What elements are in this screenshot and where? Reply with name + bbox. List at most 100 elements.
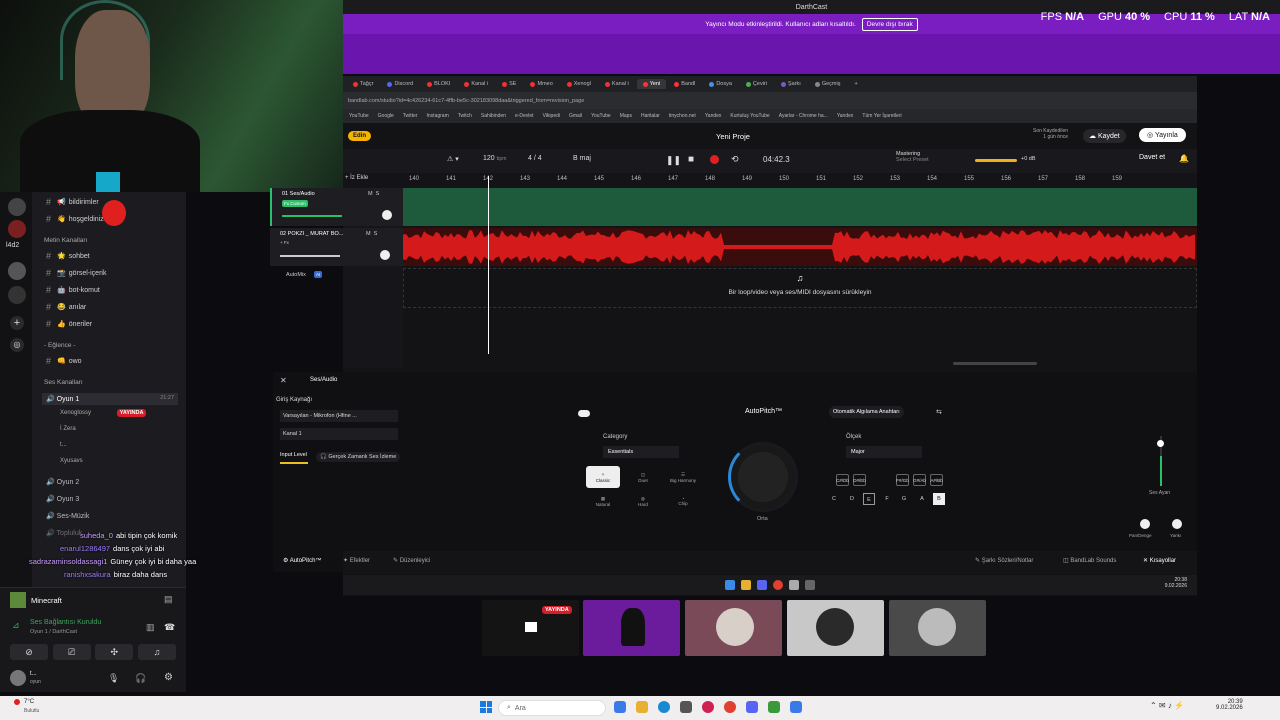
server-icon[interactable] bbox=[8, 262, 26, 280]
track-name[interactable]: 02 POKZI _ MURAT BO... bbox=[280, 231, 343, 237]
chrome-icon[interactable] bbox=[724, 701, 736, 713]
folder-icon[interactable] bbox=[741, 580, 751, 590]
server-icon[interactable] bbox=[8, 198, 26, 216]
voice-oyun1[interactable]: 🔊 Oyun 1 21:27 bbox=[42, 393, 178, 405]
time-signature[interactable]: 4 / 4 bbox=[528, 155, 542, 162]
track-name[interactable]: 01 Ses/Audio bbox=[282, 191, 315, 197]
headphones-icon[interactable]: 🎧 bbox=[135, 673, 146, 684]
audio-clip-1[interactable] bbox=[403, 188, 1197, 226]
mute-solo[interactable]: M S bbox=[368, 191, 379, 197]
key-selector[interactable]: B maj bbox=[573, 155, 591, 162]
input-device-select[interactable]: Varsayılan - Mikrofon (Hfine ... bbox=[280, 410, 398, 422]
taskbar-app[interactable] bbox=[658, 701, 670, 713]
tab-editor[interactable]: ✎ Düzenleyici bbox=[393, 557, 430, 564]
category-voice[interactable]: Ses Kanalları bbox=[44, 379, 83, 386]
browser-tab[interactable]: Kanal i bbox=[599, 79, 635, 89]
playhead[interactable] bbox=[488, 176, 489, 354]
camera-off-icon[interactable]: ⊘ bbox=[10, 644, 48, 660]
browser-tab[interactable]: Şarkı bbox=[775, 79, 807, 89]
server-icon[interactable] bbox=[8, 286, 26, 304]
preset-chip[interactable]: ◔ Chip bbox=[666, 490, 700, 512]
track-header-1[interactable]: 01 Ses/Audio Fx Custom M S bbox=[270, 188, 403, 226]
taskbar-app[interactable] bbox=[680, 701, 692, 713]
category-text[interactable]: Metin Kanalları bbox=[44, 237, 87, 244]
tab-lyrics[interactable]: ✎ AutoPitch™Şarkı Sözleri/Notlar bbox=[975, 557, 1033, 564]
voice-user[interactable]: t... bbox=[60, 442, 67, 448]
participant-tile[interactable] bbox=[583, 600, 680, 656]
browser-tab[interactable]: Dosya bbox=[703, 79, 738, 89]
get-badge[interactable]: Edin bbox=[348, 131, 371, 141]
participant-tile[interactable] bbox=[889, 600, 986, 656]
server-label[interactable]: l4d2 bbox=[6, 242, 19, 249]
key-sharp[interactable]: D#/Eb bbox=[853, 474, 866, 486]
browser-tab[interactable]: Mmeo bbox=[524, 79, 558, 89]
voice-user[interactable]: Xenoglossy YAYINDA bbox=[60, 409, 147, 417]
game-options-icon[interactable]: ▤ bbox=[164, 594, 173, 605]
voice-oyun3[interactable]: 🔊 Oyun 3 bbox=[46, 495, 79, 503]
key-settings-icon[interactable]: ⇆ bbox=[936, 408, 942, 416]
voice-user[interactable]: Xyusavs bbox=[60, 458, 83, 464]
channel-anilar[interactable]: # 😂 anılar bbox=[46, 302, 86, 312]
bookmark[interactable]: Haritalar bbox=[641, 113, 660, 119]
track-volume-slider[interactable] bbox=[280, 255, 340, 257]
key-sharp[interactable]: A#/Bb bbox=[930, 474, 943, 486]
publish-button[interactable]: ◎ Yayınla bbox=[1139, 128, 1186, 142]
auto-detect-button[interactable]: Otomatik Algılama Anahtarı bbox=[829, 406, 904, 418]
bookmark[interactable]: Twitch bbox=[458, 113, 472, 119]
scale-select[interactable]: Major bbox=[846, 446, 922, 458]
url-text[interactable]: bandlab.com/studio?id=4c426234-61c7-4ffb… bbox=[348, 98, 584, 104]
screen-share-icon[interactable]: ⎚ bbox=[52, 644, 91, 660]
pan-knob[interactable] bbox=[382, 210, 392, 220]
drop-zone[interactable]: ♫ Bir loop/video veya ses/MIDI dosyasını… bbox=[403, 268, 1197, 308]
browser-tab-active[interactable]: Yeni bbox=[636, 79, 667, 89]
taskbar-app[interactable] bbox=[636, 701, 648, 713]
reverb-knob[interactable] bbox=[1172, 519, 1182, 529]
pause-icon[interactable]: ❚❚ bbox=[666, 155, 681, 166]
browser-tab[interactable]: Discord bbox=[381, 79, 419, 89]
taskbar-app[interactable] bbox=[614, 701, 626, 713]
channel-gorsel-icerik[interactable]: # 📸 görsel-içerik bbox=[46, 268, 106, 278]
key-sharp[interactable]: C#/Db bbox=[836, 474, 849, 486]
voice-status[interactable]: Ses Bağlantısı Kuruldu bbox=[30, 619, 101, 626]
channel-hosgeldiniz[interactable]: # 👋 hoşgeldiniz bbox=[46, 214, 104, 224]
activities-icon[interactable]: ✣ bbox=[95, 644, 134, 660]
add-track-button[interactable]: + İz Ekle bbox=[345, 175, 368, 181]
mute-solo[interactable]: M S bbox=[366, 231, 377, 237]
track-volume-slider[interactable] bbox=[282, 215, 342, 217]
audio-clip-2[interactable] bbox=[403, 228, 1197, 266]
stream-tile[interactable]: YAYINDA bbox=[482, 600, 579, 656]
pitch-knob[interactable] bbox=[728, 442, 798, 512]
address-bar[interactable]: bandlab.com/studio?id=4c426234-61c7-4ffb… bbox=[343, 92, 1197, 109]
taskbar-app[interactable] bbox=[790, 701, 802, 713]
channel-owo[interactable]: # 👊 owo bbox=[46, 356, 82, 366]
metronome-icon[interactable]: ⚠ ▾ bbox=[447, 155, 459, 163]
bookmark[interactable]: Tüm Yer İşaretleri bbox=[862, 113, 901, 119]
key-note[interactable]: A bbox=[916, 493, 928, 505]
bookmark[interactable]: Yandex bbox=[837, 113, 854, 119]
start-icon[interactable] bbox=[480, 701, 492, 713]
voice-oyun2[interactable]: 🔊 Oyun 2 bbox=[46, 478, 79, 486]
disable-button[interactable]: Devre dışı bırak bbox=[861, 17, 918, 31]
bookmark[interactable]: Gmail bbox=[569, 113, 582, 119]
stop-icon[interactable]: ■ bbox=[688, 154, 694, 165]
bookmark[interactable]: tinychon.net bbox=[669, 113, 696, 119]
record-icon[interactable] bbox=[710, 155, 719, 164]
server-icon[interactable] bbox=[8, 220, 26, 238]
bookmark[interactable]: Sahibinden bbox=[481, 113, 506, 119]
bell-icon[interactable]: 🔔 bbox=[1179, 154, 1189, 163]
bookmark[interactable]: Maps bbox=[620, 113, 632, 119]
browser-tab[interactable]: BLOKI bbox=[421, 79, 456, 89]
bookmark[interactable]: Vikipedi bbox=[543, 113, 560, 119]
tab-sounds[interactable]: ◫ BandLab Sounds bbox=[1063, 557, 1116, 564]
explore-icon[interactable]: ◎ bbox=[10, 338, 24, 352]
fx-badge[interactable]: Fx Custom bbox=[282, 200, 308, 207]
preset-duet[interactable]: ◫ Duet bbox=[626, 466, 660, 488]
browser-tab[interactable]: Çeviri bbox=[740, 79, 773, 89]
h-scrollbar[interactable] bbox=[953, 362, 1037, 365]
loop-icon[interactable]: ⟲ bbox=[731, 154, 739, 165]
monitoring-toggle[interactable]: 🎧 Gerçek Zamanlı Ses İzleme bbox=[316, 452, 401, 462]
bookmark[interactable]: Yandex bbox=[705, 113, 722, 119]
app-icon[interactable] bbox=[805, 580, 815, 590]
autopitch-toggle[interactable] bbox=[578, 410, 590, 417]
browser-tab[interactable]: Xenogl bbox=[561, 79, 597, 89]
